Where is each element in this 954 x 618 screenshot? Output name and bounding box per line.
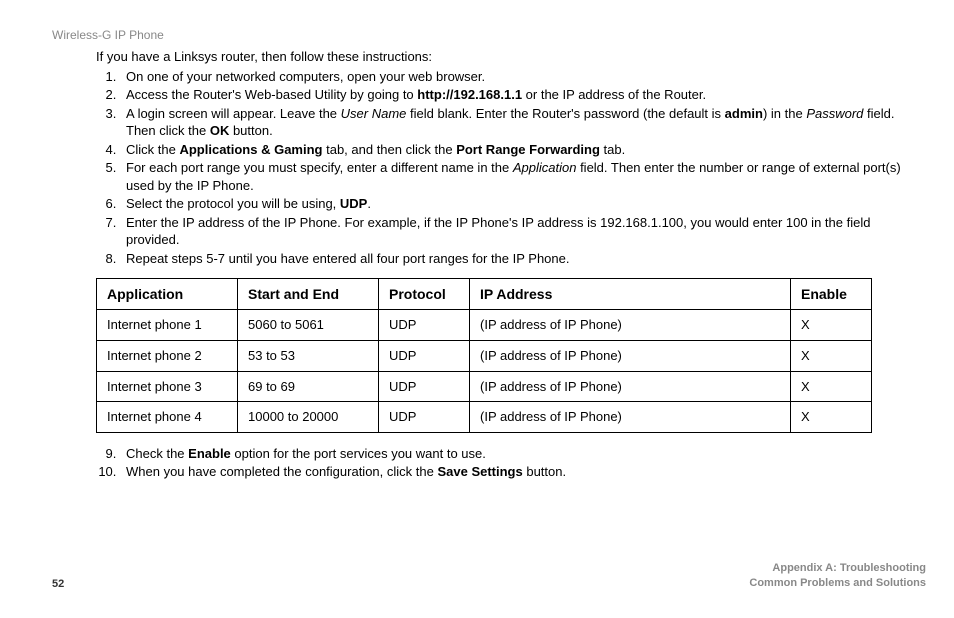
button-name: OK: [210, 123, 230, 138]
body-content: If you have a Linksys router, then follo…: [52, 48, 902, 481]
port-forwarding-table: Application Start and End Protocol IP Ad…: [96, 278, 872, 433]
appendix-line-1: Appendix A: Troubleshooting: [749, 561, 926, 575]
tab-name: Port Range Forwarding: [456, 142, 600, 157]
text: button.: [229, 123, 272, 138]
text: ) in the: [763, 106, 806, 121]
page-number: 52: [52, 578, 64, 590]
intro-text: If you have a Linksys router, then follo…: [96, 48, 902, 66]
cell-enable: X: [791, 402, 872, 433]
cell-ip: (IP address of IP Phone): [470, 310, 791, 341]
text: For each port range you must specify, en…: [126, 160, 513, 175]
step-5: For each port range you must specify, en…: [120, 159, 902, 194]
text: When you have completed the configuratio…: [126, 464, 437, 479]
cell-enable: X: [791, 341, 872, 372]
field-name: Password: [806, 106, 863, 121]
cell-range: 69 to 69: [238, 371, 379, 402]
step-6: Select the protocol you will be using, U…: [120, 195, 902, 213]
text: .: [367, 196, 371, 211]
step-3: A login screen will appear. Leave the Us…: [120, 105, 902, 140]
text: button.: [523, 464, 566, 479]
th-application: Application: [97, 278, 238, 310]
text: Click the: [126, 142, 179, 157]
text: tab.: [600, 142, 625, 157]
cell-ip: (IP address of IP Phone): [470, 371, 791, 402]
tab-name: Applications & Gaming: [179, 142, 322, 157]
text: field blank. Enter the Router's password…: [406, 106, 724, 121]
text: tab, and then click the: [322, 142, 456, 157]
instruction-list-continued: Check the Enable option for the port ser…: [96, 445, 902, 481]
page-footer: 52 Appendix A: Troubleshooting Common Pr…: [52, 561, 926, 590]
th-ip-address: IP Address: [470, 278, 791, 310]
table-row: Internet phone 4 10000 to 20000 UDP (IP …: [97, 402, 872, 433]
step-4: Click the Applications & Gaming tab, and…: [120, 141, 902, 159]
text: or the IP address of the Router.: [522, 87, 706, 102]
field-name: Application: [513, 160, 577, 175]
appendix-label: Appendix A: Troubleshooting Common Probl…: [749, 561, 926, 590]
cell-range: 53 to 53: [238, 341, 379, 372]
th-enable: Enable: [791, 278, 872, 310]
step-8: Repeat steps 5-7 until you have entered …: [120, 250, 902, 268]
step-9: Check the Enable option for the port ser…: [120, 445, 902, 463]
instruction-list: On one of your networked computers, open…: [96, 68, 902, 268]
cell-app: Internet phone 1: [97, 310, 238, 341]
cell-enable: X: [791, 371, 872, 402]
step-7: Enter the IP address of the IP Phone. Fo…: [120, 214, 902, 249]
protocol-name: UDP: [340, 196, 367, 211]
cell-ip: (IP address of IP Phone): [470, 402, 791, 433]
text: A login screen will appear. Leave the: [126, 106, 341, 121]
field-name: User Name: [341, 106, 407, 121]
th-protocol: Protocol: [379, 278, 470, 310]
step-1: On one of your networked computers, open…: [120, 68, 902, 86]
text: Access the Router's Web-based Utility by…: [126, 87, 417, 102]
text: option for the port services you want to…: [231, 446, 486, 461]
document-header: Wireless-G IP Phone: [52, 28, 902, 42]
url-text: http://192.168.1.1: [417, 87, 522, 102]
text: Select the protocol you will be using,: [126, 196, 340, 211]
th-start-end: Start and End: [238, 278, 379, 310]
cell-range: 10000 to 20000: [238, 402, 379, 433]
table-header-row: Application Start and End Protocol IP Ad…: [97, 278, 872, 310]
cell-range: 5060 to 5061: [238, 310, 379, 341]
button-name: Save Settings: [437, 464, 522, 479]
option-name: Enable: [188, 446, 231, 461]
cell-app: Internet phone 2: [97, 341, 238, 372]
table-row: Internet phone 2 53 to 53 UDP (IP addres…: [97, 341, 872, 372]
cell-proto: UDP: [379, 402, 470, 433]
table-row: Internet phone 1 5060 to 5061 UDP (IP ad…: [97, 310, 872, 341]
cell-app: Internet phone 3: [97, 371, 238, 402]
cell-app: Internet phone 4: [97, 402, 238, 433]
cell-proto: UDP: [379, 310, 470, 341]
cell-proto: UDP: [379, 371, 470, 402]
step-2: Access the Router's Web-based Utility by…: [120, 86, 902, 104]
text: Check the: [126, 446, 188, 461]
cell-proto: UDP: [379, 341, 470, 372]
cell-ip: (IP address of IP Phone): [470, 341, 791, 372]
appendix-line-2: Common Problems and Solutions: [749, 576, 926, 590]
table-row: Internet phone 3 69 to 69 UDP (IP addres…: [97, 371, 872, 402]
default-value: admin: [725, 106, 763, 121]
step-10: When you have completed the configuratio…: [120, 463, 902, 481]
cell-enable: X: [791, 310, 872, 341]
